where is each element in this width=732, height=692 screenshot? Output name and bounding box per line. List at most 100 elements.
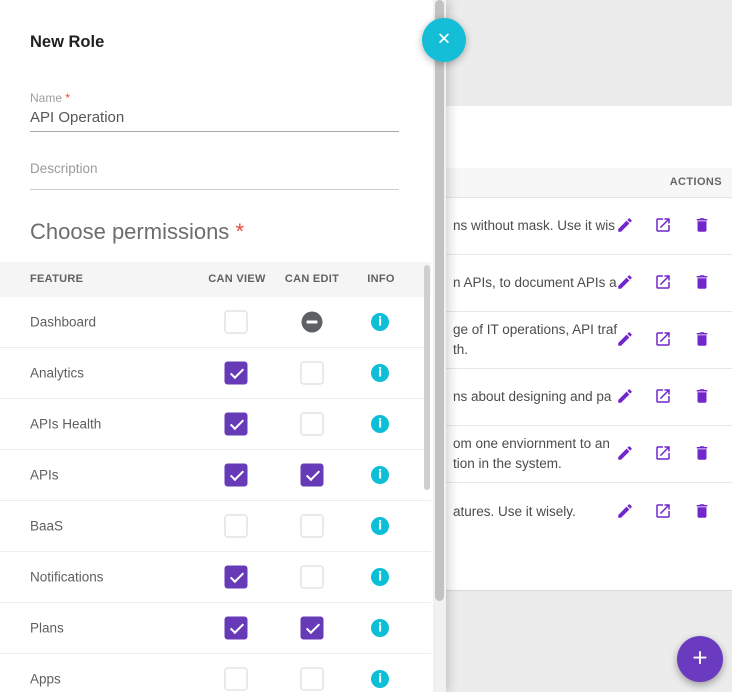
delete-button[interactable] — [693, 387, 713, 407]
open-button[interactable] — [654, 387, 674, 407]
drawer-scrollbar-track[interactable] — [433, 0, 446, 692]
drawer-title: New Role — [30, 33, 104, 52]
delete-button[interactable] — [693, 444, 713, 464]
close-icon: ✕ — [437, 30, 451, 50]
column-header-can-edit: CAN EDIT — [272, 273, 352, 285]
info-icon[interactable]: i — [371, 364, 389, 382]
table-row: ge of IT operations, API trafth. — [446, 312, 732, 369]
trash-icon — [693, 444, 711, 462]
trash-icon — [693, 216, 711, 234]
info-icon[interactable]: i — [371, 568, 389, 586]
required-asterisk: * — [235, 219, 244, 244]
feature-label: APIs Health — [30, 417, 101, 432]
close-drawer-button[interactable]: ✕ — [422, 18, 466, 62]
description-input[interactable]: Description — [30, 161, 98, 176]
can-view-checkbox[interactable] — [225, 566, 248, 589]
role-description-text: n APIs, to document APIs a — [453, 273, 629, 293]
can-edit-checkbox[interactable] — [301, 464, 324, 487]
can-view-checkbox[interactable] — [225, 617, 248, 640]
edit-button[interactable] — [616, 444, 636, 464]
can-edit-checkbox[interactable] — [301, 668, 324, 691]
can-view-checkbox[interactable] — [225, 413, 248, 436]
can-edit-checkbox[interactable] — [301, 362, 324, 385]
add-role-fab[interactable]: + — [677, 636, 723, 682]
delete-button[interactable] — [693, 273, 713, 293]
open-in-new-icon — [654, 330, 672, 348]
drawer-scrollbar-thumb[interactable] — [435, 0, 444, 601]
pencil-icon — [616, 330, 634, 348]
can-edit-checkbox[interactable] — [301, 617, 324, 640]
can-edit-checkbox[interactable] — [301, 566, 324, 589]
can-view-checkbox[interactable] — [225, 362, 248, 385]
column-header-feature: FEATURE — [30, 273, 83, 285]
permission-row: Plans i — [0, 603, 431, 654]
edit-button[interactable] — [616, 330, 636, 350]
roles-page-background: ACTIONS ns without mask. Use it wis n AP… — [446, 0, 732, 692]
feature-label: Analytics — [30, 366, 84, 381]
name-input[interactable]: API Operation — [30, 109, 124, 126]
trash-icon — [693, 387, 711, 405]
feature-label: Notifications — [30, 570, 104, 585]
column-header-can-view: CAN VIEW — [197, 273, 277, 285]
role-description-text: atures. Use it wisely. — [453, 502, 629, 522]
delete-button[interactable] — [693, 502, 713, 522]
trash-icon — [693, 273, 711, 291]
permission-row: APIs Health i — [0, 399, 431, 450]
edit-button[interactable] — [616, 216, 636, 236]
open-in-new-icon — [654, 216, 672, 234]
can-view-checkbox[interactable] — [225, 515, 248, 538]
delete-button[interactable] — [693, 216, 713, 236]
open-in-new-icon — [654, 502, 672, 520]
can-edit-checkbox[interactable] — [301, 515, 324, 538]
permission-row: Apps i — [0, 654, 431, 692]
can-view-checkbox[interactable] — [225, 668, 248, 691]
permission-row: BaaS i — [0, 501, 431, 552]
actions-header-label: ACTIONS — [670, 176, 722, 188]
role-description-text: ns about designing and pa — [453, 387, 629, 407]
permissions-heading: Choose permissions * — [30, 219, 244, 245]
table-scrollbar[interactable] — [424, 265, 430, 490]
pencil-icon — [616, 444, 634, 462]
open-button[interactable] — [654, 273, 674, 293]
info-icon[interactable]: i — [371, 619, 389, 637]
pencil-icon — [616, 502, 634, 520]
info-icon[interactable]: i — [371, 670, 389, 688]
edit-button[interactable] — [616, 273, 636, 293]
delete-button[interactable] — [693, 330, 713, 350]
open-button[interactable] — [654, 444, 674, 464]
can-edit-checkbox[interactable] — [301, 413, 324, 436]
new-role-drawer: New Role Name * API Operation Descriptio… — [0, 0, 446, 692]
column-header-info: INFO — [351, 273, 411, 285]
role-description-text: om one enviornment to antion in the syst… — [453, 434, 629, 474]
required-asterisk: * — [65, 91, 70, 105]
feature-label: APIs — [30, 468, 59, 483]
actions-column-header: ACTIONS — [446, 168, 732, 198]
can-view-checkbox[interactable] — [225, 311, 248, 334]
permission-row: Analytics i — [0, 348, 431, 399]
open-button[interactable] — [654, 216, 674, 236]
info-icon[interactable]: i — [371, 415, 389, 433]
trash-icon — [693, 330, 711, 348]
table-row: n APIs, to document APIs a — [446, 255, 732, 312]
permission-row: Dashboard i — [0, 297, 431, 348]
info-icon[interactable]: i — [371, 517, 389, 535]
can-view-checkbox[interactable] — [225, 464, 248, 487]
permission-row: APIs i — [0, 450, 431, 501]
name-input-underline — [30, 131, 399, 132]
permissions-table: Dashboard i Analytics i APIs Health i AP… — [0, 297, 431, 692]
open-in-new-icon — [654, 387, 672, 405]
info-icon[interactable]: i — [371, 313, 389, 331]
feature-label: BaaS — [30, 519, 63, 534]
feature-label: Dashboard — [30, 315, 96, 330]
feature-label: Plans — [30, 621, 64, 636]
permissions-table-header: FEATURE CAN VIEW CAN EDIT INFO — [0, 262, 431, 297]
edit-button[interactable] — [616, 387, 636, 407]
open-button[interactable] — [654, 330, 674, 350]
trash-icon — [693, 502, 711, 520]
name-field-label: Name * — [30, 91, 70, 105]
edit-button[interactable] — [616, 502, 636, 522]
can-edit-checkbox — [302, 312, 323, 333]
pencil-icon — [616, 387, 634, 405]
open-button[interactable] — [654, 502, 674, 522]
info-icon[interactable]: i — [371, 466, 389, 484]
